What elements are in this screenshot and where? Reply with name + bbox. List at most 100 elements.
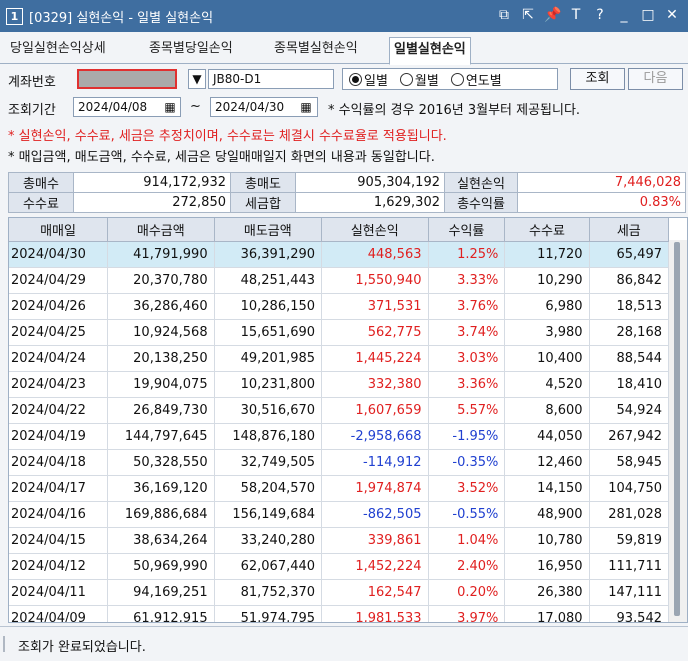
- tax-cell: 104,750: [589, 475, 670, 502]
- table-row[interactable]: 2024/04/22 26,849,730 30,516,670 1,607,659 5…: [9, 397, 670, 424]
- sell-amount-cell: 32,749,505: [214, 449, 323, 476]
- table-row[interactable]: 2024/04/24 20,138,250 49,201,985 1,445,224 3…: [9, 345, 670, 372]
- maximize-icon[interactable]: □: [640, 7, 656, 23]
- account-number-input[interactable]: [77, 69, 177, 89]
- account-dropdown-button[interactable]: ▼: [188, 69, 206, 89]
- table-row[interactable]: 2024/04/09 61,912,915 51,974,795 1,981,533 3…: [9, 605, 670, 622]
- table-row[interactable]: 2024/04/17 36,169,120 58,204,570 1,974,874 3…: [9, 475, 670, 502]
- trade-date-cell: 2024/04/25: [9, 319, 109, 346]
- table-header-row: 매매일 매수금액 매도금액 실현손익 수익률 수수료 세금: [9, 218, 670, 242]
- tax-cell: 18,410: [589, 371, 670, 398]
- sell-amount-cell: 156,149,684: [214, 501, 323, 528]
- detach-icon[interactable]: ⇱: [520, 7, 536, 23]
- table-row[interactable]: 2024/04/30 41,791,990 36,391,290 448,563 1.2…: [9, 241, 670, 268]
- fee-cell: 4,520: [504, 371, 590, 398]
- yield-cell: -0.35%: [428, 449, 506, 476]
- column-header-realized-pnl[interactable]: 실현손익: [321, 218, 429, 242]
- trade-date-cell: 2024/04/26: [9, 293, 109, 320]
- table-row[interactable]: 2024/04/23 19,904,075 10,231,800 332,380 3.3…: [9, 371, 670, 398]
- daily-pnl-grid[interactable]: 매매일 매수금액 매도금액 실현손익 수익률 수수료 세금 2024/04/30…: [8, 217, 688, 623]
- column-header-sell-amount[interactable]: 매도금액: [214, 218, 323, 242]
- column-header-buy-amount[interactable]: 매수금액: [107, 218, 215, 242]
- calendar-icon[interactable]: ▦: [162, 99, 178, 115]
- minimize-icon[interactable]: _: [616, 7, 632, 23]
- cascade-icon[interactable]: ⧉: [496, 7, 512, 23]
- radio-daily[interactable]: 일별: [349, 70, 388, 89]
- realized-pnl-cell: 1,445,224: [321, 345, 429, 372]
- help-icon[interactable]: ?: [592, 7, 608, 23]
- yield-cell: 3.52%: [428, 475, 506, 502]
- window-controls: ⧉ ⇱ 📌 T ? _ □ ✕: [496, 7, 680, 23]
- yield-cell: 3.97%: [428, 605, 506, 622]
- scrollbar-thumb[interactable]: [674, 242, 680, 616]
- table-row[interactable]: 2024/04/16 169,886,684 156,149,684 -862,505…: [9, 501, 670, 528]
- close-icon[interactable]: ✕: [664, 7, 680, 23]
- realized-pnl-cell: 1,607,659: [321, 397, 429, 424]
- table-row[interactable]: 2024/04/19 144,797,645 148,876,180 -2,958,6…: [9, 423, 670, 450]
- table-row[interactable]: 2024/04/25 10,924,568 15,651,690 562,775 3.7…: [9, 319, 670, 346]
- font-size-icon[interactable]: T: [568, 7, 584, 23]
- buy-amount-cell: 50,969,990: [107, 553, 215, 580]
- yield-cell: 3.33%: [428, 267, 506, 294]
- fee-cell: 26,380: [504, 579, 590, 606]
- fee-cell: 3,980: [504, 319, 590, 346]
- trade-date-cell: 2024/04/24: [9, 345, 109, 372]
- fee-cell: 17,080: [504, 605, 590, 622]
- column-header-yield[interactable]: 수익률: [428, 218, 506, 242]
- trade-date-cell: 2024/04/12: [9, 553, 109, 580]
- radio-yearly[interactable]: 연도별: [450, 70, 502, 89]
- grip-icon: [3, 636, 5, 652]
- table-row[interactable]: 2024/04/12 50,969,990 62,067,440 1,452,224 2…: [9, 553, 670, 580]
- radio-monthly[interactable]: 월별: [399, 70, 439, 89]
- realized-pnl-cell: 1,981,533: [321, 605, 429, 622]
- tab-stock-today-pnl[interactable]: 종목별당일손익: [145, 37, 237, 63]
- tax-cell: 86,842: [589, 267, 670, 294]
- search-button[interactable]: 조회: [570, 68, 625, 90]
- buy-amount-cell: 36,286,460: [107, 293, 215, 320]
- tab-daily-realized-pnl[interactable]: 일별실현손익: [389, 37, 471, 65]
- total-sell-value: 905,304,192: [295, 172, 445, 193]
- table-row[interactable]: 2024/04/26 36,286,460 10,286,150 371,531 3.7…: [9, 293, 670, 320]
- realized-pnl-cell: -862,505: [321, 501, 429, 528]
- sell-amount-cell: 10,231,800: [214, 371, 323, 398]
- title-bar[interactable]: 1 [0329] 실현손익 - 일별 실현손익 ⧉ ⇱ 📌 T ? _ □ ✕: [0, 0, 688, 32]
- estimate-warning: * 실현손익, 수수료, 세금은 추정치이며, 수수료는 체결시 수수료율로 적…: [8, 129, 447, 144]
- summary-table: 총매수 914,172,932 총매도 905,304,192 실현손익 7,4…: [8, 172, 686, 213]
- daily-pnl-table: 매매일 매수금액 매도금액 실현손익 수익률 수수료 세금 2024/04/30…: [9, 218, 670, 622]
- table-row[interactable]: 2024/04/18 50,328,550 32,749,505 -114,912 -0…: [9, 449, 670, 476]
- column-header-tax[interactable]: 세금: [589, 218, 670, 242]
- buy-amount-cell: 94,169,251: [107, 579, 215, 606]
- fee-cell: 16,950: [504, 553, 590, 580]
- total-yield-value: 0.83%: [517, 192, 686, 213]
- fee-cell: 48,900: [504, 501, 590, 528]
- total-yield-label: 총수익률: [444, 192, 518, 213]
- table-row[interactable]: 2024/04/15 38,634,264 33,240,280 339,861 1.0…: [9, 527, 670, 554]
- column-header-date[interactable]: 매매일: [9, 218, 109, 242]
- sell-amount-cell: 49,201,985: [214, 345, 323, 372]
- realized-pnl-cell: 1,550,940: [321, 267, 429, 294]
- total-sell-label: 총매도: [230, 172, 296, 193]
- table-row[interactable]: 2024/04/11 94,169,251 81,752,370 162,547 0.2…: [9, 579, 670, 606]
- radio-unchecked-icon: [450, 72, 464, 86]
- period-type-radio-group: 일별 월별 연도별: [342, 68, 558, 90]
- period-label: 조회기간: [8, 103, 56, 118]
- tab-today-realized-detail[interactable]: 당일실현손익상세: [6, 37, 110, 63]
- tax-cell: 65,497: [589, 241, 670, 268]
- total-buy-label: 총매수: [8, 172, 74, 193]
- sell-amount-cell: 58,204,570: [214, 475, 323, 502]
- realized-pnl-cell: 562,775: [321, 319, 429, 346]
- yield-cell: 2.40%: [428, 553, 506, 580]
- vertical-scrollbar[interactable]: [669, 240, 687, 622]
- pin-icon[interactable]: 📌: [544, 7, 561, 23]
- tab-stock-realized-pnl[interactable]: 종목별실현손익: [270, 37, 362, 63]
- calendar-icon[interactable]: ▦: [298, 99, 314, 115]
- radio-checked-icon: [349, 72, 362, 86]
- next-button[interactable]: 다음: [628, 68, 683, 90]
- table-row[interactable]: 2024/04/29 20,370,780 48,251,443 1,550,940 3…: [9, 267, 670, 294]
- window: 1 [0329] 실현손익 - 일별 실현손익 ⧉ ⇱ 📌 T ? _ □ ✕ …: [0, 0, 688, 661]
- column-header-fee[interactable]: 수수료: [504, 218, 590, 242]
- yield-cell: 3.36%: [428, 371, 506, 398]
- realized-pnl-cell: 339,861: [321, 527, 429, 554]
- status-message: 조회가 완료되었습니다.: [18, 640, 146, 655]
- realized-pnl-cell: 1,974,874: [321, 475, 429, 502]
